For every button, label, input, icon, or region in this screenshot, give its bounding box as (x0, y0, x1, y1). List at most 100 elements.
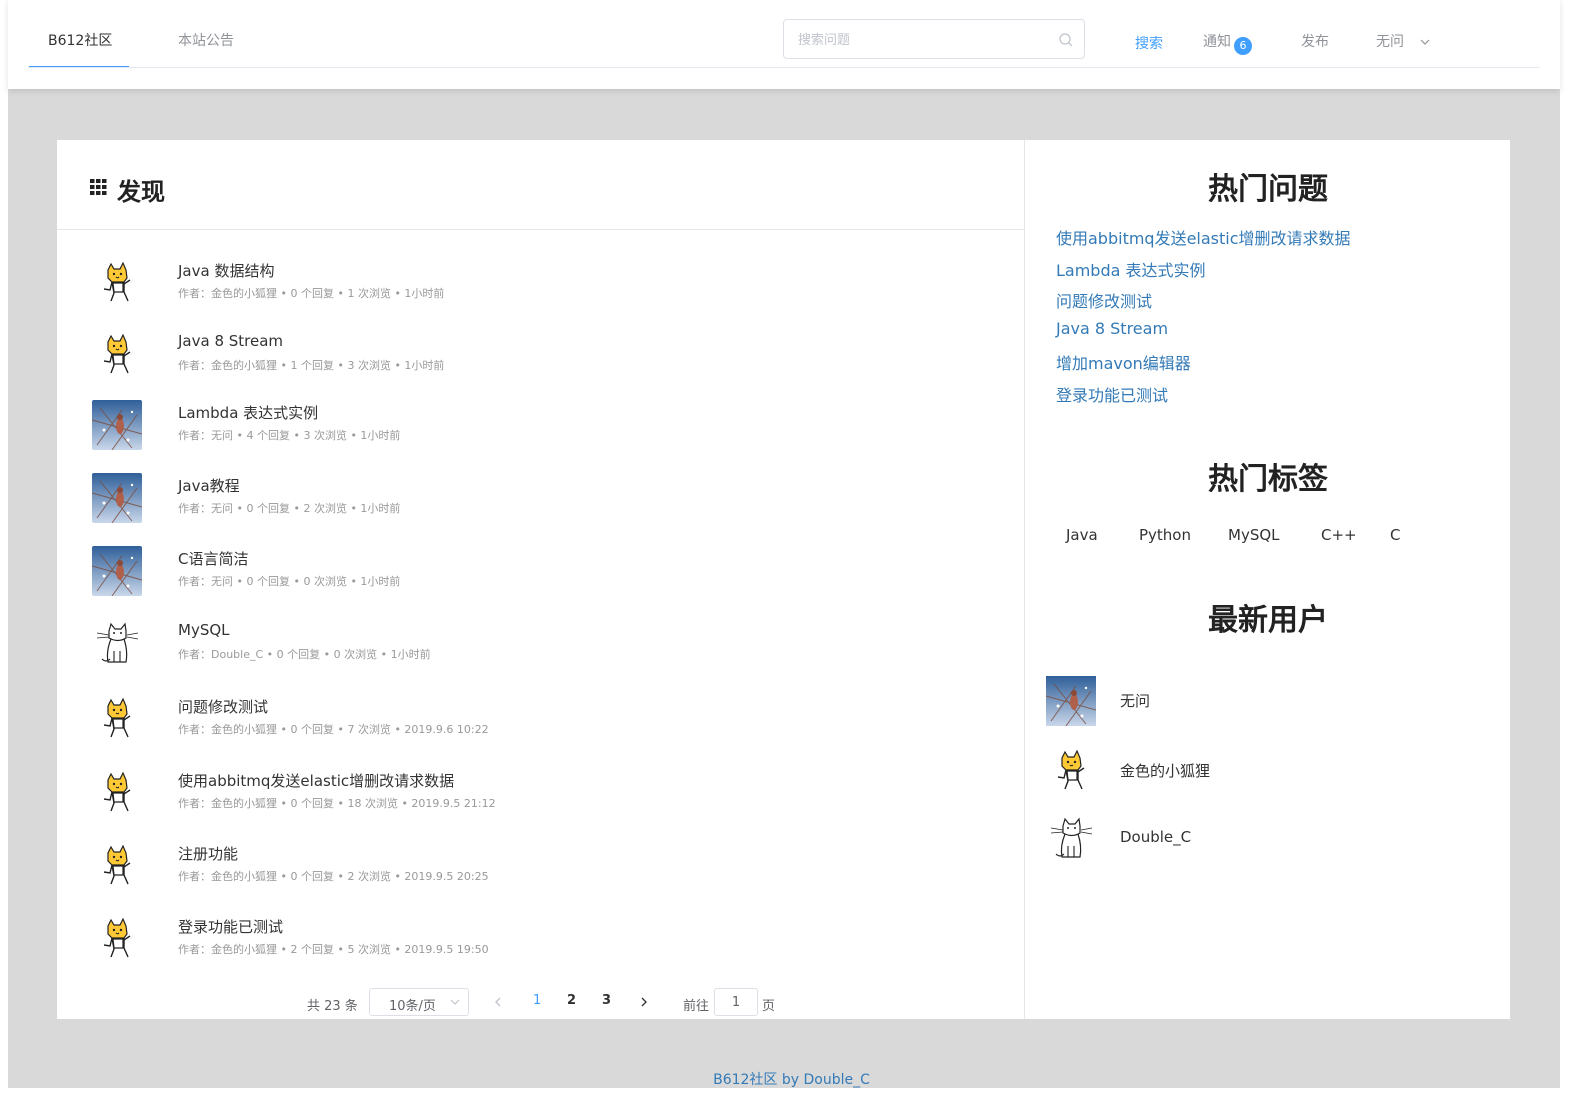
avatar-image (92, 914, 142, 964)
avatar-image (92, 258, 142, 308)
tab-b612-community[interactable]: B612社区 (48, 30, 112, 50)
user-avatar[interactable] (1046, 814, 1096, 864)
question-title[interactable]: 注册功能 (178, 843, 238, 864)
question-title[interactable]: 问题修改测试 (178, 696, 268, 717)
main-card: 发现 Java 数据结构作者：金色的小狐狸 • 0 个回复 • 1 次浏览 • … (57, 140, 1510, 1019)
question-title[interactable]: C语言简洁 (178, 548, 248, 569)
question-list-panel: 发现 Java 数据结构作者：金色的小狐狸 • 0 个回复 • 1 次浏览 • … (57, 140, 1025, 1019)
tag-cpp[interactable]: C++ (1321, 526, 1357, 544)
search-button[interactable]: 搜索 (1135, 33, 1163, 53)
question-title[interactable]: 使用abbitmq发送elastic增删改请求数据 (178, 770, 454, 791)
question-meta: 作者：Double_C • 0 个回复 • 0 次浏览 • 1小时前 (178, 648, 431, 661)
avatar-image (92, 473, 142, 523)
question-meta: 作者：金色的小狐狸 • 0 个回复 • 1 次浏览 • 1小时前 (178, 287, 445, 300)
footer-credit[interactable]: B612社区 by Double_C (0, 1069, 1583, 1089)
question-title[interactable]: Lambda 表达式实例 (178, 402, 318, 423)
author-avatar[interactable] (92, 400, 142, 450)
notifications-label: 通知 (1203, 34, 1231, 50)
next-page-icon[interactable] (641, 997, 648, 1007)
goto-prefix: 前往 (683, 999, 710, 1014)
hot-questions-title: 热门问题 (1208, 172, 1328, 207)
page-title: 发现 (117, 178, 165, 206)
user-avatar[interactable] (1046, 676, 1096, 726)
question-meta: 作者：无问 • 0 个回复 • 2 次浏览 • 1小时前 (178, 502, 401, 515)
avatar-image (92, 768, 142, 818)
question-meta: 作者：金色的小狐狸 • 2 个回复 • 5 次浏览 • 2019.9.5 19:… (178, 943, 489, 956)
goto-suffix: 页 (762, 999, 776, 1014)
avatar-image (92, 330, 142, 380)
tag-java[interactable]: Java (1066, 526, 1098, 544)
hot-question-link[interactable]: Java 8 Stream (1056, 319, 1168, 338)
user-avatar[interactable] (1046, 746, 1096, 796)
avatar-image (92, 694, 142, 744)
page-size-value: 10条/页 (389, 999, 436, 1014)
avatar-image (92, 619, 142, 669)
question-title[interactable]: 登录功能已测试 (178, 916, 283, 937)
avatar-image (1046, 814, 1096, 864)
question-item: Java教程作者：无问 • 0 个回复 • 2 次浏览 • 1小时前 (57, 473, 1025, 543)
avatar-image (92, 546, 142, 596)
author-avatar[interactable] (92, 330, 142, 380)
question-title[interactable]: MySQL (178, 621, 230, 639)
author-avatar[interactable] (92, 473, 142, 523)
question-item: C语言简洁作者：无问 • 0 个回复 • 0 次浏览 • 1小时前 (57, 546, 1025, 616)
question-meta: 作者：金色的小狐狸 • 1 个回复 • 3 次浏览 • 1小时前 (178, 359, 445, 372)
notifications-menu[interactable]: 通知 6 (1203, 31, 1252, 55)
avatar-image (92, 841, 142, 891)
question-item: 问题修改测试 作者：金色的小狐狸 • 0 个回复 • 7 次浏览 • 2019.9… (57, 694, 1025, 764)
question-item: MySQL 作者：Double_C • 0 个回复 • 0 次浏览 • 1小时前 (57, 619, 1025, 689)
tag-python[interactable]: Python (1139, 526, 1191, 544)
page-button-1[interactable]: 1 (533, 993, 541, 1008)
user-name[interactable]: Double_C (1120, 828, 1191, 846)
question-item: 注册功能作者：金色的小狐狸 • 0 个回复 • 2 次浏览 • 2019.9.5… (57, 841, 1025, 911)
goto-page-input[interactable] (715, 989, 757, 1015)
grid-icon (90, 179, 107, 195)
sidebar: 热门问题 使用abbitmq发送elastic增删改请求数据 Lambda 表达式… (1026, 140, 1510, 1019)
tag-mysql[interactable]: MySQL (1228, 526, 1280, 544)
author-avatar[interactable] (92, 546, 142, 596)
tab-announcements[interactable]: 本站公告 (178, 30, 234, 50)
author-avatar[interactable] (92, 694, 142, 744)
chevron-down-icon (1421, 39, 1430, 45)
author-avatar[interactable] (92, 768, 142, 818)
hot-question-link[interactable]: 增加mavon编辑器 (1056, 350, 1191, 374)
avatar-image (1046, 676, 1096, 726)
author-avatar[interactable] (92, 914, 142, 964)
publish-link[interactable]: 发布 (1301, 31, 1329, 51)
question-title[interactable]: Java 数据结构 (178, 260, 274, 281)
question-item: Lambda 表达式实例 作者：无问 • 4 个回复 • 3 次浏览 • 1小时前 (57, 400, 1025, 470)
chevron-down-icon (450, 999, 460, 1005)
hot-tags-title: 热门标签 (1208, 462, 1328, 497)
tag-c[interactable]: C (1390, 526, 1400, 544)
question-item: 登录功能已测试作者：金色的小狐狸 • 2 个回复 • 5 次浏览 • 2019.… (57, 914, 1025, 984)
user-name[interactable]: 金色的小狐狸 (1120, 760, 1210, 781)
hot-question-link[interactable]: 使用abbitmq发送elastic增删改请求数据 (1056, 225, 1351, 249)
prev-page-icon[interactable] (494, 997, 501, 1007)
top-navbar: B612社区 本站公告 搜索 通知6 发布 无问 (8, 0, 1560, 89)
question-meta: 作者：金色的小狐狸 • 0 个回复 • 2 次浏览 • 2019.9.5 20:… (178, 870, 489, 883)
author-avatar[interactable] (92, 841, 142, 891)
user-name[interactable]: 无问 (1120, 690, 1150, 711)
search-icon[interactable] (1058, 32, 1074, 48)
panel-header: 发现 (57, 140, 1025, 230)
goto-page-box (714, 988, 758, 1016)
avatar-image (1046, 746, 1096, 796)
author-avatar[interactable] (92, 619, 142, 669)
notification-count-badge: 6 (1234, 37, 1252, 55)
new-users-title: 最新用户 (1208, 603, 1328, 638)
page-size-select[interactable]: 10条/页 (369, 988, 469, 1016)
question-title[interactable]: Java教程 (178, 475, 240, 496)
hot-question-link[interactable]: Lambda 表达式实例 (1056, 257, 1206, 281)
user-menu[interactable]: 无问 (1376, 31, 1430, 51)
navbar-divider (28, 67, 1540, 68)
hot-question-link[interactable]: 登录功能已测试 (1056, 382, 1168, 406)
question-meta: 作者：无问 • 0 个回复 • 0 次浏览 • 1小时前 (178, 575, 401, 588)
page-button-2[interactable]: 2 (567, 993, 576, 1008)
avatar-image (92, 400, 142, 450)
author-avatar[interactable] (92, 258, 142, 308)
page-button-3[interactable]: 3 (602, 993, 611, 1008)
user-menu-label: 无问 (1376, 34, 1404, 50)
hot-question-link[interactable]: 问题修改测试 (1056, 288, 1152, 312)
search-input[interactable] (798, 30, 1048, 50)
question-title[interactable]: Java 8 Stream (178, 332, 283, 350)
